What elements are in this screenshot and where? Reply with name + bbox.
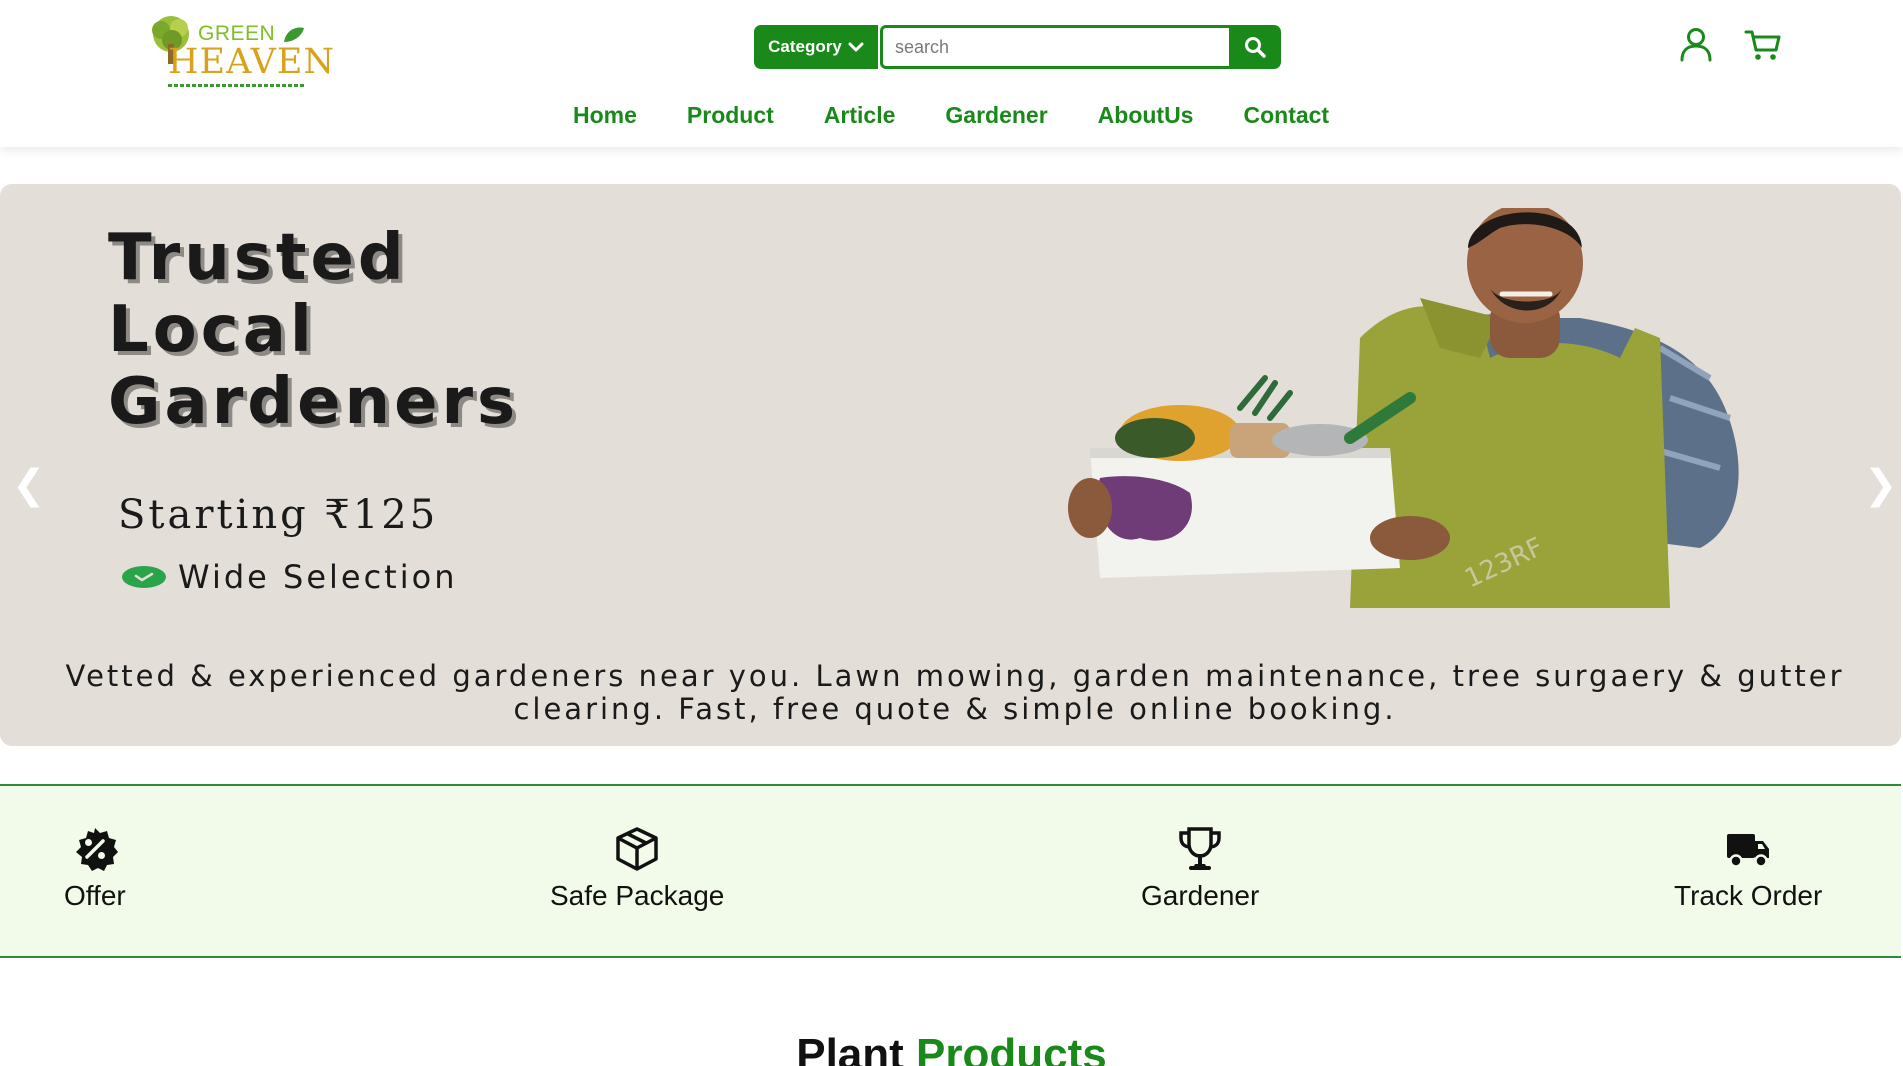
carousel-prev-arrow[interactable]: ❮ — [12, 462, 46, 508]
nav-item-aboutus[interactable]: AboutUs — [1098, 102, 1194, 129]
feature-safe-package[interactable]: Safe Package — [550, 826, 724, 912]
hero-feature: Wide Selection — [122, 558, 457, 596]
logo[interactable]: GREEN HEAVEN — [146, 12, 334, 87]
section-title-part2: Products — [916, 1030, 1107, 1066]
search-input[interactable] — [880, 25, 1235, 69]
feature-label-track-order: Track Order — [1674, 880, 1823, 911]
nav-item-article[interactable]: Article — [824, 102, 896, 129]
logo-text-heaven: HEAVEN — [168, 42, 336, 82]
user-icon[interactable] — [1678, 26, 1714, 62]
hero-title-line1: Trusted — [108, 221, 408, 295]
search-button[interactable] — [1229, 25, 1281, 69]
hero-carousel: Trusted Local Gardeners Starting ₹125 Wi… — [0, 184, 1901, 746]
features-strip: Offer Safe Package Gardener Track Order — [0, 784, 1901, 958]
site-header: GREEN HEAVEN Category Ho — [0, 0, 1903, 147]
nav-item-gardener[interactable]: Gardener — [945, 102, 1047, 129]
feature-label-safe-package: Safe Package — [550, 880, 725, 911]
trophy-icon — [1179, 827, 1221, 870]
feature-label-gardener: Gardener — [1141, 880, 1260, 911]
feature-gardener[interactable]: Gardener — [1141, 826, 1259, 912]
search-icon — [1245, 37, 1266, 58]
feature-label-offer: Offer — [64, 880, 126, 911]
search-bar: Category — [754, 25, 1281, 69]
hero-description: Vetted & experienced gardeners near you.… — [65, 659, 1845, 726]
hero-title-line2: Local — [108, 293, 316, 367]
nav-item-contact[interactable]: Contact — [1243, 102, 1329, 129]
hero-price: Starting ₹125 — [118, 492, 439, 538]
nav-item-product[interactable]: Product — [687, 102, 774, 129]
category-dropdown-button[interactable]: Category — [754, 25, 878, 69]
truck-icon — [1727, 834, 1770, 868]
section-title-part1: Plant — [796, 1030, 904, 1066]
check-icon — [122, 566, 166, 588]
discount-badge-icon — [75, 828, 118, 871]
cart-icon[interactable] — [1744, 28, 1782, 62]
chevron-down-icon — [848, 42, 864, 52]
hero-title: Trusted Local Gardeners — [108, 222, 519, 438]
hero-title-line3: Gardeners — [108, 365, 520, 439]
hero-feature-text: Wide Selection — [178, 558, 458, 596]
section-title: Plant Products — [0, 1030, 1903, 1066]
carousel-next-arrow[interactable]: ❯ — [1864, 462, 1898, 508]
package-icon — [616, 827, 658, 871]
category-label: Category — [768, 37, 842, 56]
logo-underline — [168, 84, 306, 87]
feature-track-order[interactable]: Track Order — [1674, 826, 1822, 912]
feature-offer[interactable]: Offer — [64, 826, 126, 912]
nav-item-home[interactable]: Home — [573, 102, 637, 129]
gardener-photo: 123RF — [1068, 208, 1739, 608]
